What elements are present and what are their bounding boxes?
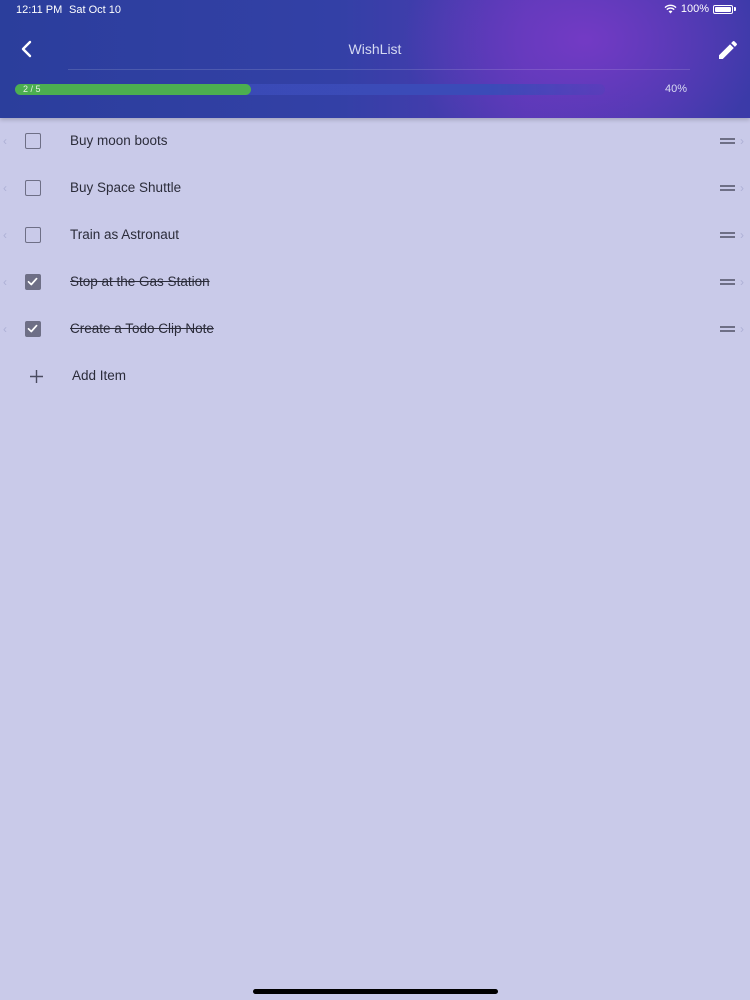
- chevron-right-icon: ›: [740, 228, 744, 242]
- status-bar: 12:11 PM Sat Oct 10 100%: [0, 0, 750, 22]
- chevron-right-icon: ›: [740, 181, 744, 195]
- item-label: Train as Astronaut: [70, 227, 180, 242]
- title-divider: [68, 69, 690, 70]
- chevron-left-icon: ‹: [3, 322, 7, 336]
- list-item[interactable]: ‹ Buy moon boots ›: [0, 118, 750, 165]
- item-checkbox[interactable]: [25, 274, 41, 290]
- battery-percent: 100%: [680, 3, 709, 15]
- drag-handle-icon[interactable]: [720, 279, 735, 285]
- item-label: Buy Space Shuttle: [70, 180, 182, 195]
- status-date: Sat Oct 10: [69, 4, 121, 16]
- item-label: Buy moon boots: [70, 133, 168, 148]
- header: 12:11 PM Sat Oct 10 100% WishList 2 / 5 …: [0, 0, 750, 118]
- status-time: 12:11 PM: [16, 4, 63, 16]
- list-item[interactable]: ‹ Create a Todo Clip Note ›: [0, 306, 750, 353]
- list-item[interactable]: ‹ Buy Space Shuttle ›: [0, 165, 750, 212]
- item-checkbox[interactable]: [25, 180, 41, 196]
- item-checkbox[interactable]: [25, 133, 41, 149]
- plus-icon: [30, 370, 43, 383]
- chevron-left-icon: ‹: [3, 181, 7, 195]
- item-label: Stop at the Gas Station: [70, 274, 210, 289]
- todo-list: ‹ Buy moon boots › ‹ Buy Space Shuttle ›…: [0, 118, 750, 400]
- item-checkbox[interactable]: [25, 321, 41, 337]
- add-item-button[interactable]: Add Item: [0, 353, 750, 400]
- battery-icon: [713, 4, 733, 14]
- chevron-left-icon: ‹: [3, 228, 7, 242]
- chevron-right-icon: ›: [740, 134, 744, 148]
- pencil-icon: [719, 40, 738, 59]
- checkmark-icon: [27, 277, 38, 286]
- chevron-left-icon: ‹: [3, 275, 7, 289]
- progress-bar: 2 / 5: [15, 84, 605, 95]
- drag-handle-icon[interactable]: [720, 326, 735, 332]
- drag-handle-icon[interactable]: [720, 232, 735, 238]
- status-indicators: 100%: [664, 3, 736, 15]
- edit-button[interactable]: [716, 38, 740, 62]
- list-item[interactable]: ‹ Stop at the Gas Station ›: [0, 259, 750, 306]
- home-indicator: [253, 989, 498, 994]
- progress-count: 2 / 5: [23, 84, 41, 94]
- page-title: WishList: [348, 41, 402, 57]
- item-label: Create a Todo Clip Note: [70, 321, 214, 336]
- list-item[interactable]: ‹ Train as Astronaut ›: [0, 212, 750, 259]
- progress-fill: [15, 84, 251, 95]
- chevron-right-icon: ›: [740, 322, 744, 336]
- wifi-icon: [664, 4, 677, 14]
- drag-handle-icon[interactable]: [720, 138, 735, 144]
- drag-handle-icon[interactable]: [720, 185, 735, 191]
- progress-percent: 40%: [665, 83, 688, 95]
- add-item-label: Add Item: [72, 368, 127, 383]
- checkmark-icon: [27, 324, 38, 333]
- chevron-right-icon: ›: [740, 275, 744, 289]
- chevron-left-icon: ‹: [3, 134, 7, 148]
- item-checkbox[interactable]: [25, 227, 41, 243]
